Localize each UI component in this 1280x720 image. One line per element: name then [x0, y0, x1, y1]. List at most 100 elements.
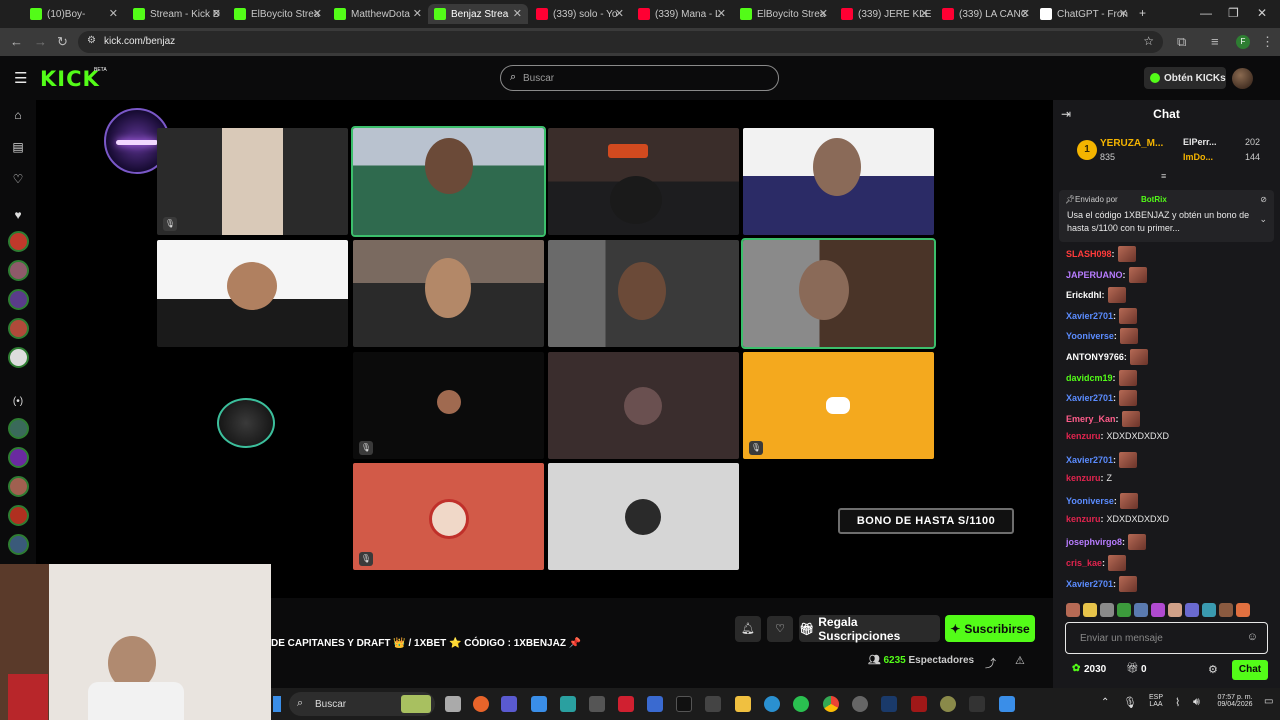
unpin-icon[interactable]: ⊘	[1260, 195, 1267, 204]
chat-message-input[interactable]: Enviar un mensaje ☺	[1065, 622, 1268, 654]
share-icon[interactable]: ⤴	[985, 655, 996, 671]
get-kicks-button[interactable]: Obtén KICKs	[1144, 67, 1226, 89]
chat-message[interactable]: Xavier2701:	[1066, 575, 1138, 592]
chat-username[interactable]: kenzuru	[1066, 431, 1101, 441]
close-tab-icon[interactable]: ✕	[212, 7, 221, 20]
forward-icon[interactable]: →	[34, 34, 47, 49]
emote[interactable]	[1219, 603, 1233, 617]
chat-username[interactable]: Xavier2701	[1066, 455, 1113, 465]
chat-message[interactable]: cris_kae:	[1066, 555, 1127, 571]
emote[interactable]	[1117, 603, 1131, 617]
chat-message[interactable]: kenzuru: Z	[1066, 473, 1112, 483]
gift-box-icon[interactable]: 🎁︎	[1126, 663, 1139, 674]
browser-tab[interactable]: (339) JERE KLE ✕	[835, 4, 935, 24]
close-tab-icon[interactable]: ✕	[513, 7, 522, 20]
user-avatar[interactable]	[1232, 68, 1253, 89]
chat-message[interactable]: SLASH098:	[1066, 246, 1136, 262]
chat-message[interactable]: Xavier2701:	[1066, 390, 1138, 407]
app-icon[interactable]	[969, 696, 985, 712]
following-icon[interactable]: ♡	[11, 172, 25, 186]
chat-username[interactable]: ANTONY9766	[1066, 352, 1124, 362]
windows-start-icon[interactable]	[273, 696, 281, 712]
restore-icon[interactable]: ❐	[1228, 6, 1239, 20]
tiktok-icon[interactable]	[676, 696, 692, 712]
browser-tab[interactable]: Stream - Kick D ✕	[127, 4, 227, 24]
recommended-channel-avatar[interactable]	[8, 418, 29, 439]
chat-message[interactable]: kenzuru: XDXDXDXDXD	[1066, 431, 1169, 441]
chat-username[interactable]: kenzuru	[1066, 473, 1101, 483]
chat-username[interactable]: Erickdhl	[1066, 290, 1102, 300]
close-tab-icon[interactable]: ✕	[109, 7, 118, 20]
close-tab-icon[interactable]: ✕	[413, 7, 422, 20]
store-icon[interactable]	[531, 696, 547, 712]
emote[interactable]	[1100, 603, 1114, 617]
emote[interactable]	[1083, 603, 1097, 617]
gift-leaderboard[interactable]: 1 YERUZA_M... 835 ElPerr... 202 ImDo... …	[1053, 132, 1280, 181]
emote[interactable]	[1185, 603, 1199, 617]
kick-logo[interactable]: KICK	[40, 67, 100, 91]
browser-tab[interactable]: ChatGPT - Fron ✕	[1034, 4, 1134, 24]
follow-heart-icon[interactable]: ♡	[767, 616, 793, 642]
close-window-icon[interactable]: ✕	[1257, 6, 1267, 20]
microphone-icon[interactable]: 🎙︎	[1123, 696, 1137, 709]
gift-subscriptions-button[interactable]: 🎁︎ Regala Suscripciones	[799, 615, 940, 643]
volume-icon[interactable]: 🔊︎	[1193, 696, 1200, 709]
report-warning-icon[interactable]: ⚠	[1015, 654, 1025, 667]
browser-tab[interactable]: ElBoycito Strea ✕	[228, 4, 328, 24]
app-icon[interactable]	[589, 696, 605, 712]
new-tab-button[interactable]: +	[1139, 6, 1146, 20]
app-icon[interactable]	[999, 696, 1015, 712]
followed-channel-avatar[interactable]	[8, 260, 29, 281]
chat-message[interactable]: kenzuru: XDXDXDXDXD	[1066, 514, 1169, 524]
chat-username[interactable]: SLASH098	[1066, 249, 1112, 259]
followed-channel-avatar[interactable]	[8, 347, 29, 368]
leaderboard-expand-icon[interactable]: ≡	[1161, 171, 1166, 181]
chat-message[interactable]: josephvirgo8:	[1066, 534, 1147, 551]
chat-username[interactable]: Xavier2701	[1066, 311, 1113, 321]
close-tab-icon[interactable]: ✕	[819, 7, 828, 20]
notification-bell-icon[interactable]: 🔔︎	[735, 616, 761, 642]
emoji-picker-icon[interactable]: ☺	[1247, 631, 1258, 643]
chat-message[interactable]: Yooniverse:	[1066, 493, 1138, 510]
close-tab-icon[interactable]: ✕	[313, 7, 322, 20]
chat-username[interactable]: JAPERUANO	[1066, 270, 1123, 280]
task-view-icon[interactable]	[445, 696, 461, 712]
site-info-icon[interactable]: ⚙	[87, 35, 96, 46]
chat-username[interactable]: kenzuru	[1066, 514, 1101, 524]
chat-username[interactable]: josephvirgo8	[1066, 537, 1122, 547]
notifications-icon[interactable]: ▭	[1264, 696, 1273, 707]
chevron-down-icon[interactable]: ⌄	[1259, 214, 1267, 225]
chat-settings-gear-icon[interactable]: ⚙	[1208, 663, 1218, 676]
browser-tab[interactable]: (10)Boy- ✕	[24, 4, 124, 24]
system-clock[interactable]: 07:57 p. m. 09/04/2026	[1210, 694, 1260, 708]
extensions-icon[interactable]: ⧉	[1177, 34, 1186, 50]
recommended-channel-avatar[interactable]	[8, 534, 29, 555]
chrome-icon[interactable]	[823, 696, 839, 712]
channel-points-icon[interactable]: ✿	[1072, 663, 1080, 674]
browser-tab[interactable]: (339) solo - Yo ✕	[530, 4, 630, 24]
chat-username[interactable]: Xavier2701	[1066, 579, 1113, 589]
close-tab-icon[interactable]: ✕	[717, 7, 726, 20]
emote[interactable]	[1168, 603, 1182, 617]
chat-message[interactable]: Erickdhl:	[1066, 287, 1126, 304]
tray-expand-icon[interactable]: ⌃	[1101, 697, 1109, 708]
close-tab-icon[interactable]: ✕	[1119, 7, 1128, 20]
browser-tab[interactable]: (339) Mana - L ✕	[632, 4, 732, 24]
search-input[interactable]: ⌕ Buscar	[500, 65, 779, 91]
send-chat-button[interactable]: Chat	[1232, 660, 1268, 680]
network-icon[interactable]: ⌇	[1175, 696, 1180, 709]
chat-username[interactable]: davidcm19	[1066, 373, 1113, 383]
browser-tab[interactable]: (339) LA CANC ✕	[936, 4, 1036, 24]
app-icon[interactable]	[911, 696, 927, 712]
emote[interactable]	[1134, 603, 1148, 617]
file-explorer-icon[interactable]	[735, 696, 751, 712]
chat-username[interactable]: Xavier2701	[1066, 393, 1113, 403]
app-icon[interactable]	[560, 696, 576, 712]
chat-username[interactable]: Emery_Kan	[1066, 414, 1116, 424]
chat-username[interactable]: Yooniverse	[1066, 331, 1114, 341]
close-tab-icon[interactable]: ✕	[1021, 7, 1030, 20]
widget-icon[interactable]	[401, 695, 431, 713]
firefox-icon[interactable]	[473, 696, 489, 712]
chat-message[interactable]: Xavier2701:	[1066, 452, 1138, 468]
recommended-channel-avatar[interactable]	[8, 447, 29, 468]
